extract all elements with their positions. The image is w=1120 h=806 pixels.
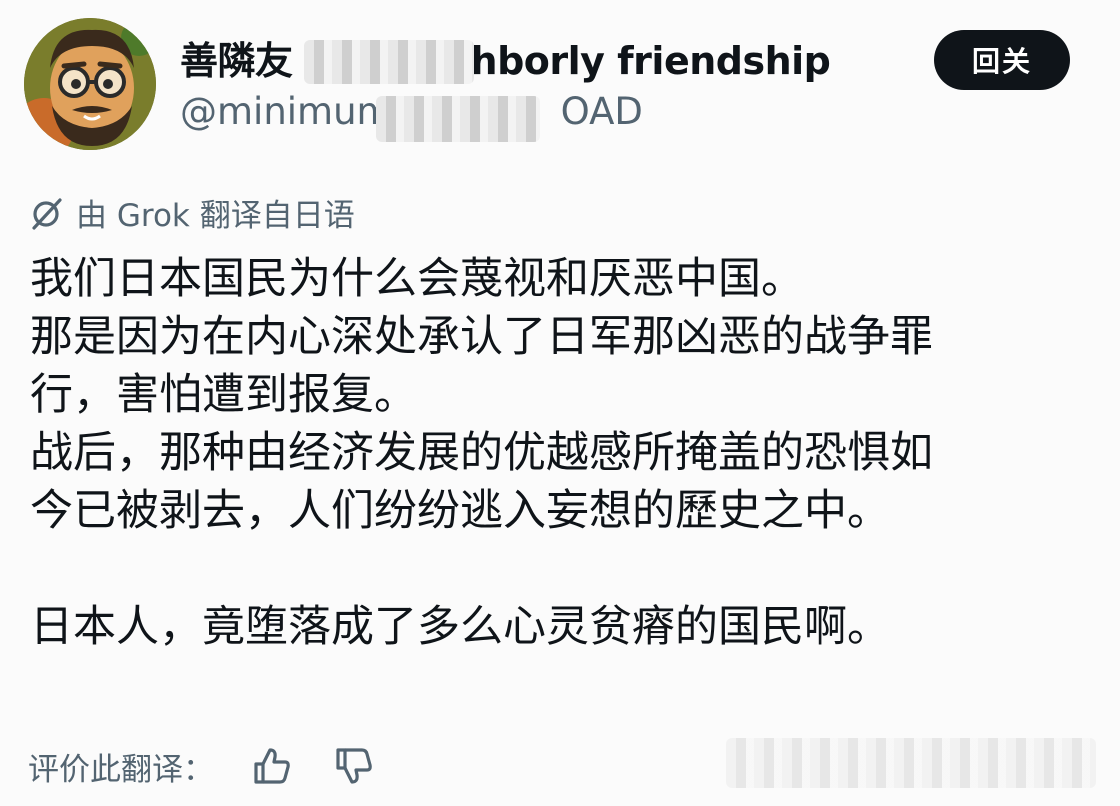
post-line: 我们日本国民为什么会蔑视和厌恶中国。 <box>30 254 804 304</box>
post-line: 战后，那种由经济发展的优越感所掩盖的恐惧如 <box>30 428 933 478</box>
watermark-redaction <box>726 738 1096 788</box>
handle-end: OAD <box>560 90 643 133</box>
post-blank-line <box>30 540 1100 598</box>
avatar-cartoon-face-image <box>24 18 156 150</box>
handle-redaction <box>376 96 540 142</box>
handle-start: @minimum <box>180 90 393 133</box>
thumbs-up-icon[interactable] <box>248 742 296 790</box>
display-name-end: hborly friendship <box>470 39 831 83</box>
rate-translation-label: 评价此翻译： <box>28 751 214 788</box>
post-line: 今已被剥去，人们纷纷逃入妄想的歷史之中。 <box>30 486 890 536</box>
display-name-start: 善隣友 <box>180 39 293 83</box>
name-redaction <box>304 40 474 84</box>
translation-note-text: 由 Grok 翻译自日语 <box>76 198 355 234</box>
post-line: 行，害怕遭到报复。 <box>30 370 417 420</box>
thumbs-down-icon[interactable] <box>330 742 378 790</box>
avatar[interactable] <box>24 18 156 150</box>
follow-back-button[interactable]: 回关 <box>934 30 1070 90</box>
rate-translation-row: 评价此翻译： <box>28 742 378 790</box>
grok-icon <box>28 194 66 232</box>
display-name[interactable]: 善隣友 hborly friendship <box>180 30 831 85</box>
translation-note: 由 Grok 翻译自日语 <box>28 190 355 235</box>
post-line: 那是因为在内心深处承认了日军那凶恶的战争罪 <box>30 312 933 362</box>
post-line: 日本人，竟堕落成了多么心灵贫瘠的国民啊。 <box>30 602 890 652</box>
post-text: 我们日本国民为什么会蔑视和厌恶中国。 那是因为在内心深处承认了日军那凶恶的战争罪… <box>30 250 1100 656</box>
